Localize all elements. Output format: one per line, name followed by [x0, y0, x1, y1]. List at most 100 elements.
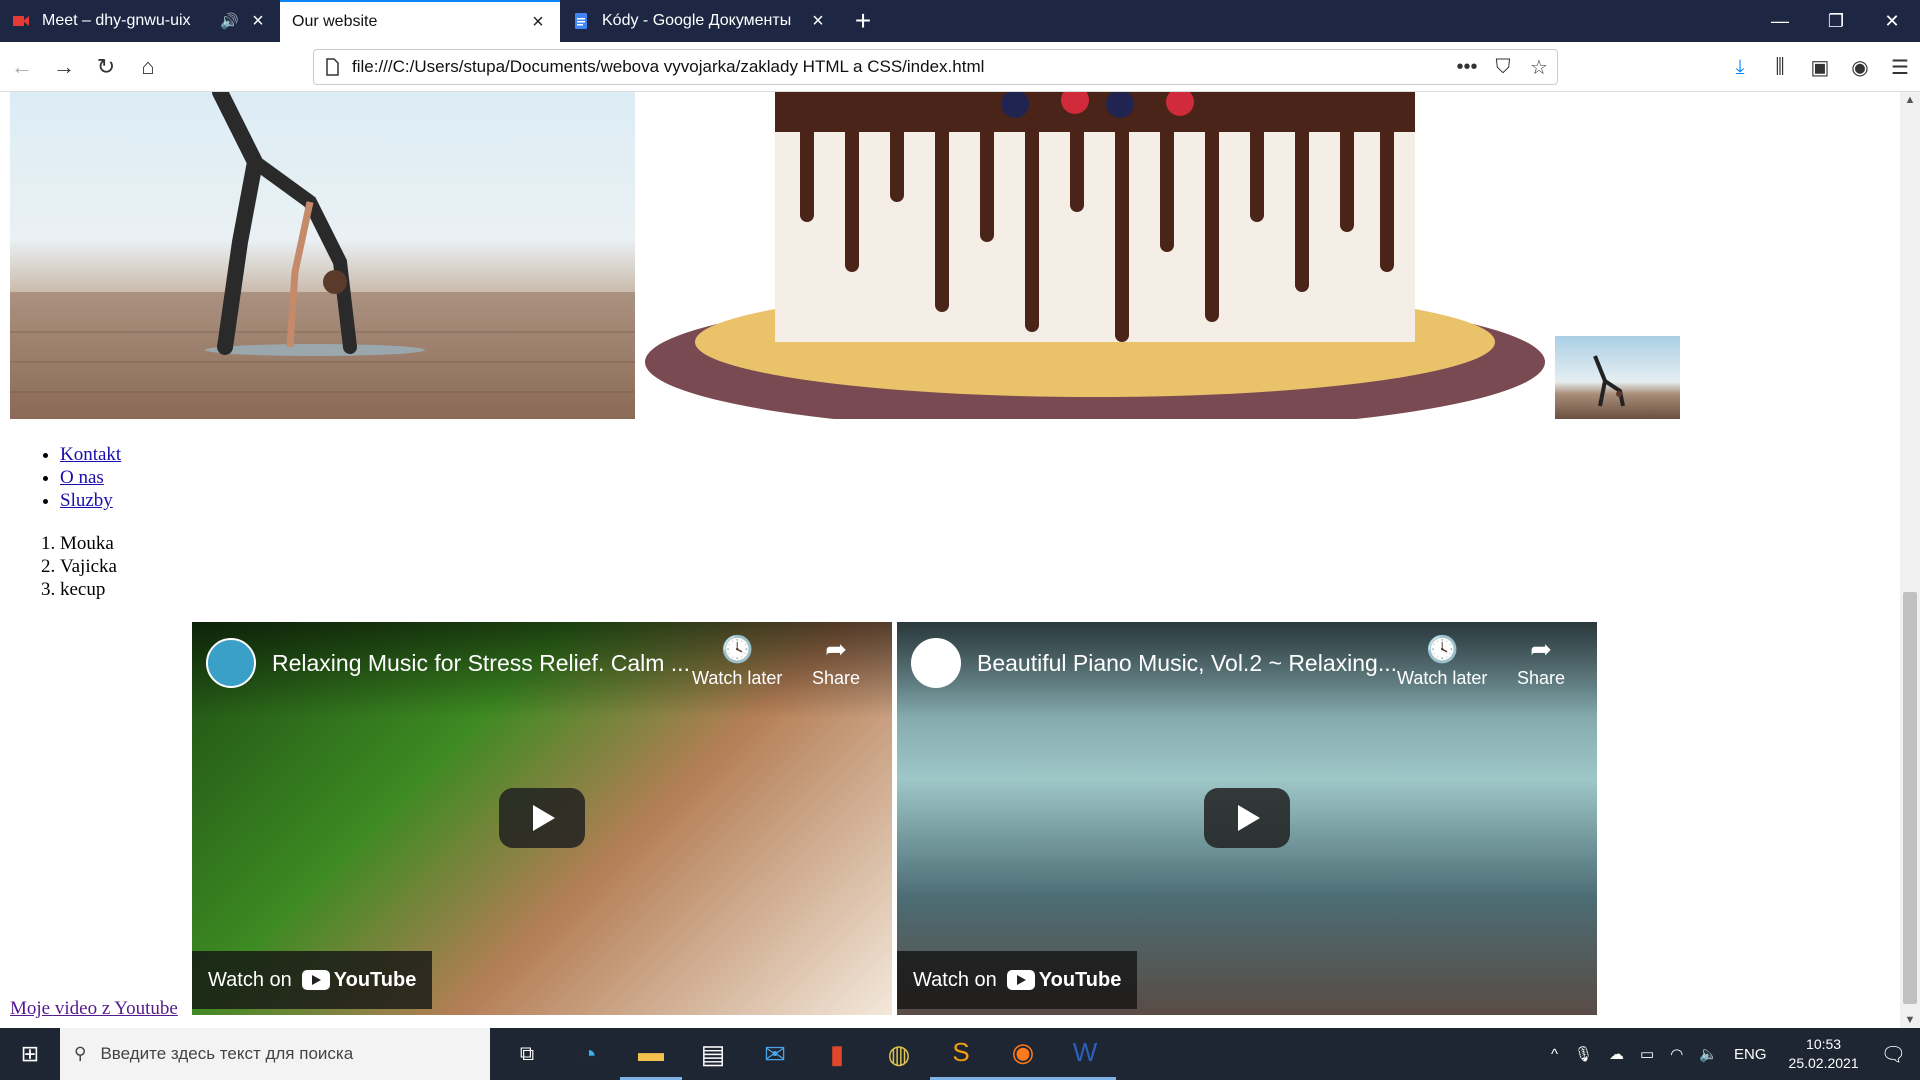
sublime-icon[interactable]: S: [930, 1028, 992, 1080]
office-icon[interactable]: ▮: [806, 1028, 868, 1080]
clock[interactable]: 10:53 25.02.2021: [1789, 1035, 1859, 1073]
youtube-video-link[interactable]: Moje video z Youtube: [10, 998, 178, 1020]
ingredient-list: Mouka Vajicka kecup: [60, 532, 117, 601]
watch-on-label: Watch on: [913, 968, 997, 991]
list-item: O nas: [60, 466, 121, 489]
library-icon[interactable]: ⫼: [1760, 47, 1800, 87]
tab-title: Meet – dhy-gnwu-uix: [42, 12, 191, 29]
speaker-icon[interactable]: 🔊: [220, 12, 240, 30]
video-title[interactable]: Beautiful Piano Music, Vol.2 ~ Relaxing.…: [977, 650, 1397, 677]
clock-time: 10:53: [1806, 1036, 1842, 1052]
watch-later-label: Watch later: [692, 668, 783, 688]
watch-later-button[interactable]: 🕓 Watch later: [692, 634, 782, 689]
menu-icon[interactable]: ☰: [1880, 47, 1920, 87]
page-icon: [326, 58, 339, 76]
youtube-play-icon: [1006, 970, 1035, 990]
watch-on-youtube-button[interactable]: Watch on YouTube: [192, 951, 433, 1009]
file-explorer-icon[interactable]: ▬: [620, 1028, 682, 1080]
watch-later-button[interactable]: 🕓 Watch later: [1397, 634, 1487, 689]
youtube-logo: YouTube: [1006, 969, 1121, 992]
search-placeholder: Введите здесь текст для поиска: [100, 1044, 354, 1063]
show-hidden-icons-icon[interactable]: ^: [1551, 1046, 1558, 1063]
minimize-icon[interactable]: —: [1752, 0, 1808, 42]
list-item: Kontakt: [60, 443, 121, 466]
language-indicator[interactable]: ENG: [1734, 1046, 1767, 1063]
list-item: kecup: [60, 578, 117, 601]
share-label: Share: [812, 668, 861, 688]
notifications-icon[interactable]: 🗨: [1881, 1042, 1906, 1067]
vertical-scrollbar[interactable]: ▲ ▼: [1900, 92, 1920, 1028]
tab-title: Kódy - Google Документы: [602, 12, 792, 29]
scroll-up-icon[interactable]: ▲: [1900, 94, 1920, 106]
clock-icon: 🕓: [721, 634, 754, 664]
video-title[interactable]: Relaxing Music for Stress Relief. Calm .…: [272, 650, 692, 677]
list-item: Mouka: [60, 532, 117, 555]
play-button[interactable]: [1204, 788, 1290, 848]
yoga-thumbnail: [1555, 336, 1680, 419]
onedrive-icon[interactable]: ☁: [1609, 1045, 1624, 1063]
word-icon[interactable]: W: [1054, 1028, 1116, 1080]
yoga-image: [10, 92, 635, 419]
watch-on-youtube-button[interactable]: Watch on YouTube: [897, 951, 1138, 1009]
cake-image: [640, 92, 1550, 419]
youtube-embed-1[interactable]: Relaxing Music for Stress Relief. Calm .…: [192, 622, 892, 1015]
url-text[interactable]: file:///C:/Users/stupa/Documents/webova …: [352, 57, 1449, 77]
chrome-icon[interactable]: ◍: [868, 1028, 930, 1080]
channel-avatar[interactable]: [911, 638, 961, 688]
wifi-icon[interactable]: ◠: [1670, 1045, 1683, 1063]
close-tab-icon[interactable]: ×: [248, 11, 268, 31]
link-kontakt[interactable]: Kontakt: [60, 444, 121, 465]
mail-icon[interactable]: ✉: [744, 1028, 806, 1080]
store-icon[interactable]: ▤: [682, 1028, 744, 1080]
scrollbar-thumb[interactable]: [1903, 592, 1917, 1004]
windows-start-icon[interactable]: ⊞: [0, 1028, 60, 1080]
taskbar-search[interactable]: ⚲ Введите здесь текст для поиска: [60, 1028, 490, 1080]
link-o-nas[interactable]: O nas: [60, 467, 104, 488]
pinned-apps: ⧉ ◔ ▬ ▤ ✉ ▮ ◍ S ◉ W: [496, 1028, 1116, 1080]
reload-icon[interactable]: ↻: [86, 47, 126, 87]
share-label: Share: [1517, 668, 1566, 688]
pocket-icon[interactable]: ⛉: [1485, 56, 1521, 79]
play-button[interactable]: [499, 788, 585, 848]
navigation-toolbar: ← → ↻ ⌂ file:///C:/Users/stupa/Documents…: [0, 42, 1920, 92]
tab-our-website[interactable]: Our website ×: [280, 0, 560, 42]
tab-meet[interactable]: Meet – dhy-gnwu-uix 🔊 ×: [0, 0, 280, 42]
battery-icon[interactable]: ▭: [1640, 1045, 1654, 1063]
restore-icon[interactable]: ❐: [1808, 0, 1864, 42]
share-button[interactable]: ➦ Share: [812, 634, 860, 689]
share-icon: ➦: [825, 634, 847, 664]
sidebar-icon[interactable]: ▣: [1800, 47, 1840, 87]
bookmark-star-icon[interactable]: ☆: [1521, 55, 1557, 80]
tab-title: Our website: [292, 13, 378, 30]
scroll-down-icon[interactable]: ▼: [1900, 1014, 1920, 1026]
share-button[interactable]: ➦ Share: [1517, 634, 1565, 689]
firefox-icon[interactable]: ◉: [992, 1028, 1054, 1080]
volume-icon[interactable]: 🔈: [1699, 1045, 1718, 1063]
channel-avatar[interactable]: [206, 638, 256, 688]
edge-icon[interactable]: ◔: [558, 1028, 620, 1080]
close-tab-icon[interactable]: ×: [808, 11, 828, 31]
tab-google-docs[interactable]: Kódy - Google Документы ×: [560, 0, 840, 42]
window-controls: — ❐ ✕: [1752, 0, 1920, 42]
back-icon[interactable]: ←: [2, 47, 42, 87]
link-sluzby[interactable]: Sluzby: [60, 490, 113, 511]
address-bar[interactable]: file:///C:/Users/stupa/Documents/webova …: [313, 49, 1558, 85]
system-tray: ^ 🎙 ☁ ▭ ◠ 🔈 ENG 10:53 25.02.2021 🗨: [1543, 1028, 1920, 1080]
task-view-icon[interactable]: ⧉: [496, 1028, 558, 1080]
forward-icon[interactable]: →: [44, 47, 84, 87]
new-tab-button[interactable]: +: [840, 0, 886, 42]
close-window-icon[interactable]: ✕: [1864, 0, 1920, 42]
youtube-logo: YouTube: [301, 969, 416, 992]
download-icon[interactable]: ⤓: [1720, 47, 1760, 87]
home-icon[interactable]: ⌂: [128, 47, 168, 87]
youtube-play-icon: [301, 970, 330, 990]
microphone-icon[interactable]: 🎙: [1574, 1045, 1593, 1063]
watch-on-label: Watch on: [208, 968, 292, 991]
account-icon[interactable]: ◉: [1840, 47, 1880, 87]
tab-strip: Meet – dhy-gnwu-uix 🔊 × Our website × Kó…: [0, 0, 1920, 42]
docs-icon: [575, 13, 587, 29]
youtube-embed-2[interactable]: Beautiful Piano Music, Vol.2 ~ Relaxing.…: [897, 622, 1597, 1015]
page-actions-icon[interactable]: •••: [1449, 56, 1485, 79]
close-tab-icon[interactable]: ×: [528, 12, 548, 32]
page-content: Kontakt O nas Sluzby Mouka Vajicka kecup…: [0, 92, 1900, 1028]
